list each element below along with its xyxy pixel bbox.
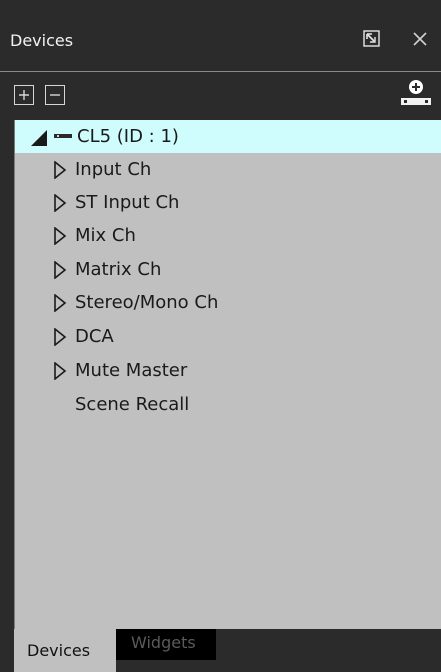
devices-panel: Devices CL5 (ID: 1) Input Ch ST Input C… [0,0,441,672]
tree-item-st-input-ch[interactable]: ST Input Ch [15,186,441,219]
tree-item-label: ST Input Ch [75,192,180,213]
close-button[interactable] [408,27,432,51]
device-tree: CL5 (ID : 1) Input Ch ST Input Ch Mix Ch [14,120,441,629]
collapsed-triangle-icon[interactable] [53,194,67,212]
tree-item-stereo-mono-ch[interactable]: Stereo/Mono Ch [15,286,441,319]
tree-item-scene-recall[interactable]: Scene Recall [15,388,441,421]
collapsed-triangle-icon[interactable] [53,362,67,380]
tree-item-label: Mute Master [75,360,188,381]
restore-window-button[interactable] [360,27,384,51]
tree-item-label: DCA [75,326,114,347]
bottom-tab-bar: Devices Widgets [0,629,441,672]
expanded-triangle-icon[interactable] [29,128,49,148]
collapsed-triangle-icon[interactable] [53,261,67,279]
tree-item-cl5[interactable]: CL5 (ID : 1) [15,120,441,153]
collapsed-triangle-icon[interactable] [53,161,67,179]
device-icon [54,134,72,138]
tree-item-input-ch[interactable]: Input Ch [15,153,441,186]
restore-window-icon [363,30,380,47]
tree-item-label: Matrix Ch [75,259,162,280]
tab-label: Devices [27,641,91,660]
collapsed-triangle-icon[interactable] [53,294,67,312]
plus-box-icon [19,90,29,100]
add-device-button[interactable] [398,78,432,108]
expand-all-button[interactable] [14,85,34,105]
minus-box-icon [50,94,60,96]
tab-devices[interactable]: Devices [14,629,116,672]
title-bar: Devices [0,0,441,72]
toolbar [0,72,441,120]
collapse-all-button[interactable] [45,85,65,105]
tree-item-label: CL5 (ID : 1) [77,126,179,147]
tree-item-dca[interactable]: DCA [15,320,441,353]
tree-item-label: Input Ch [75,159,152,180]
collapsed-triangle-icon[interactable] [53,328,67,346]
tab-label: Widgets [131,633,196,652]
tree-item-mix-ch[interactable]: Mix Ch [15,219,441,252]
tree-item-mute-master[interactable]: Mute Master [15,354,441,387]
tree-item-label: Mix Ch [75,225,136,246]
panel-title: Devices [10,31,74,50]
collapsed-triangle-icon[interactable] [53,227,67,245]
close-icon [413,32,427,46]
tree-item-matrix-ch[interactable]: Matrix Ch [15,253,441,286]
tab-widgets[interactable]: Widgets [116,629,216,660]
add-device-icon [401,80,431,105]
tree-item-label: Stereo/Mono Ch [75,292,219,313]
tree-item-label: Scene Recall [75,394,190,415]
